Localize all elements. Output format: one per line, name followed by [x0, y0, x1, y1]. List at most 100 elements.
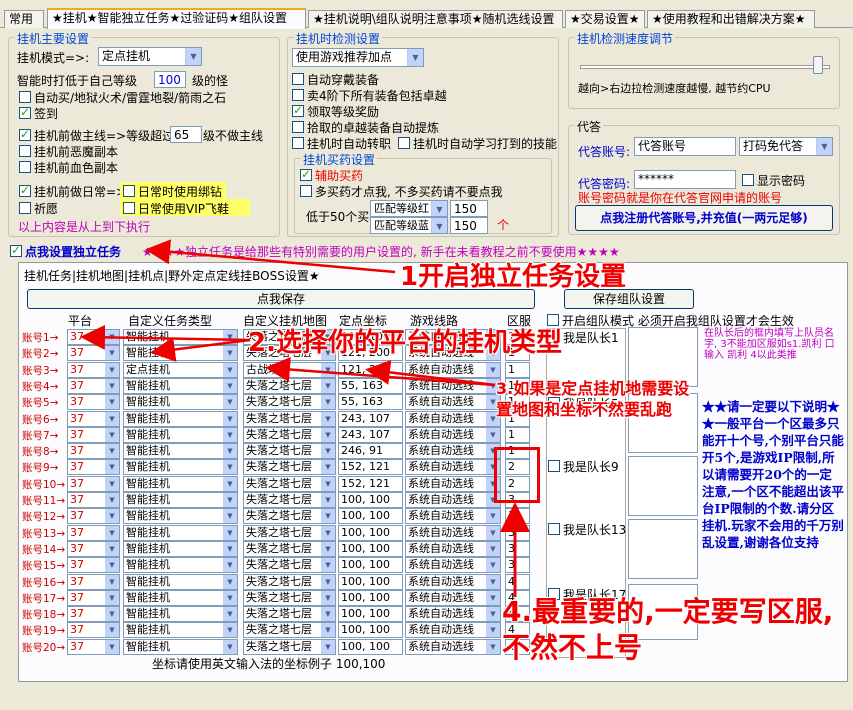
tab-instructions[interactable]: ★挂机说明\组队说明注意事项★随机选线设置: [308, 10, 563, 28]
coord-input[interactable]: 55, 163: [338, 394, 403, 410]
server-input[interactable]: 3: [505, 525, 530, 541]
checkbox[interactable]: [300, 185, 312, 197]
server-input[interactable]: 3: [505, 508, 530, 524]
opt-daily[interactable]: 挂机前做日常=>: [19, 183, 126, 199]
task-type-select[interactable]: 智能挂机 ▼: [123, 606, 238, 622]
tab-common[interactable]: 常用: [4, 10, 44, 28]
opt-more-potion[interactable]: 多买药才点我, 不多买药请不要点我: [300, 183, 503, 199]
checkbox-checked[interactable]: [10, 243, 22, 257]
potion-blue-count[interactable]: 150: [450, 217, 488, 234]
tab-trade[interactable]: ★交易设置★: [565, 10, 645, 28]
checkbox-checked[interactable]: [19, 105, 31, 119]
platform-select[interactable]: 37 ▼: [67, 443, 120, 459]
potion-red-select[interactable]: 匹配等级红 ▼: [370, 200, 448, 217]
opt-pray[interactable]: 祈愿: [19, 200, 58, 216]
map-select[interactable]: 失落之塔七层 ▼: [243, 427, 336, 443]
platform-select[interactable]: 37 ▼: [67, 525, 120, 541]
coord-input[interactable]: 100, 100: [338, 622, 403, 638]
line-select[interactable]: 系统自动选线 ▼: [405, 590, 501, 606]
map-select[interactable]: 失落之塔七层 ▼: [243, 590, 336, 606]
checkbox[interactable]: [292, 89, 304, 101]
task-type-select[interactable]: 定点挂机 ▼: [123, 362, 238, 378]
checkbox[interactable]: [548, 523, 560, 535]
checkbox-checked[interactable]: [300, 167, 312, 181]
line-select[interactable]: 系统自动选线 ▼: [405, 443, 501, 459]
platform-select[interactable]: 37 ▼: [67, 622, 120, 638]
platform-select[interactable]: 37 ▼: [67, 476, 120, 492]
potion-blue-select[interactable]: 匹配等级蓝 ▼: [370, 217, 448, 234]
map-select[interactable]: 失落之塔七层 ▼: [243, 378, 336, 394]
line-select[interactable]: 系统自动选线 ▼: [405, 394, 501, 410]
server-input[interactable]: 4: [505, 574, 530, 590]
smart-level-input[interactable]: 100: [154, 71, 186, 88]
map-select[interactable]: 失落之塔七层 ▼: [243, 459, 336, 475]
line-select[interactable]: 系统自动选线 ▼: [405, 427, 501, 443]
coord-input[interactable]: 100, 100: [338, 525, 403, 541]
task-type-select[interactable]: 智能挂机 ▼: [123, 541, 238, 557]
checkbox[interactable]: [292, 137, 304, 149]
platform-select[interactable]: 37 ▼: [67, 606, 120, 622]
opt-sign-in[interactable]: 签到: [19, 105, 58, 121]
coord-input[interactable]: 100, 100: [338, 590, 403, 606]
checkbox[interactable]: [123, 202, 135, 214]
task-type-select[interactable]: 智能挂机 ▼: [123, 394, 238, 410]
line-select[interactable]: 系统自动选线 ▼: [405, 459, 501, 475]
map-select[interactable]: 失落之塔七层 ▼: [243, 639, 336, 655]
captain-option[interactable]: 我是队长13: [548, 521, 626, 537]
platform-select[interactable]: 37 ▼: [67, 411, 120, 427]
task-type-select[interactable]: 智能挂机 ▼: [123, 427, 238, 443]
checkbox[interactable]: [292, 73, 304, 85]
opt-blood-dungeon[interactable]: 挂机前血色副本: [19, 159, 118, 175]
server-input[interactable]: 3: [505, 541, 530, 557]
platform-select[interactable]: 37 ▼: [67, 394, 120, 410]
opt-team-mode[interactable]: 开启组队模式 必须开启我组队设置才会生效: [547, 312, 794, 328]
coord-input[interactable]: 121, 200: [338, 362, 403, 378]
platform-select[interactable]: 37 ▼: [67, 362, 120, 378]
map-select[interactable]: 失落之塔七层 ▼: [243, 557, 336, 573]
line-select[interactable]: 系统自动选线 ▼: [405, 606, 501, 622]
platform-select[interactable]: 37 ▼: [67, 492, 120, 508]
coord-input[interactable]: 100, 100: [338, 639, 403, 655]
map-select[interactable]: 失落之塔七层 ▼: [243, 492, 336, 508]
platform-select[interactable]: 37 ▼: [67, 459, 120, 475]
checkbox[interactable]: [19, 161, 31, 173]
coord-input[interactable]: 243, 107: [338, 411, 403, 427]
map-select[interactable]: 失落之塔七层 ▼: [243, 508, 336, 524]
platform-select[interactable]: 37 ▼: [67, 378, 120, 394]
proxy-account-input[interactable]: 代答账号: [634, 137, 736, 156]
task-type-select[interactable]: 智能挂机 ▼: [123, 329, 238, 345]
platform-select[interactable]: 37 ▼: [67, 639, 120, 655]
opt-auto-skill[interactable]: 挂机时自动学习打到的技能: [398, 135, 557, 151]
potion-red-count[interactable]: 150: [450, 200, 488, 217]
opt-level-reward[interactable]: 领取等级奖励: [292, 103, 379, 119]
line-select[interactable]: 系统自动选线 ▼: [405, 622, 501, 638]
checkbox[interactable]: [548, 460, 560, 472]
opt-assist-buy[interactable]: 辅助买药: [300, 167, 363, 183]
independent-subtabs[interactable]: 挂机任务|挂机地图|挂机点|野外定点定线挂BOSS设置★: [24, 267, 320, 283]
coord-input[interactable]: 100, 100: [338, 557, 403, 573]
captain-option[interactable]: 我是队长9: [548, 458, 619, 474]
line-select[interactable]: 系统自动选线 ▼: [405, 574, 501, 590]
line-select[interactable]: 系统自动选线 ▼: [405, 492, 501, 508]
platform-select[interactable]: 37 ▼: [67, 557, 120, 573]
platform-select[interactable]: 37 ▼: [67, 541, 120, 557]
opt-daily-bind[interactable]: 日常时使用绑钻: [123, 183, 222, 199]
task-type-select[interactable]: 智能挂机 ▼: [123, 574, 238, 590]
checkbox[interactable]: [19, 145, 31, 157]
checkbox[interactable]: [292, 121, 304, 133]
map-select[interactable]: 失落之塔七层 ▼: [243, 622, 336, 638]
coord-input[interactable]: 243, 107: [338, 427, 403, 443]
map-select[interactable]: 失落之塔七层 ▼: [243, 476, 336, 492]
coord-input[interactable]: 55, 163: [338, 378, 403, 394]
line-select[interactable]: 系统自动选线 ▼: [405, 557, 501, 573]
checkbox[interactable]: [398, 137, 410, 149]
mode-select[interactable]: 定点挂机 ▼: [98, 47, 202, 66]
checkbox-checked[interactable]: [19, 183, 31, 197]
task-type-select[interactable]: 智能挂机 ▼: [123, 378, 238, 394]
checkbox-checked[interactable]: [292, 103, 304, 117]
map-select[interactable]: 失落之塔七层 ▼: [243, 411, 336, 427]
main-quest-level-input[interactable]: 65: [170, 126, 202, 143]
task-type-select[interactable]: 智能挂机 ▼: [123, 443, 238, 459]
coord-input[interactable]: 100, 100: [338, 508, 403, 524]
platform-select[interactable]: 37 ▼: [67, 508, 120, 524]
